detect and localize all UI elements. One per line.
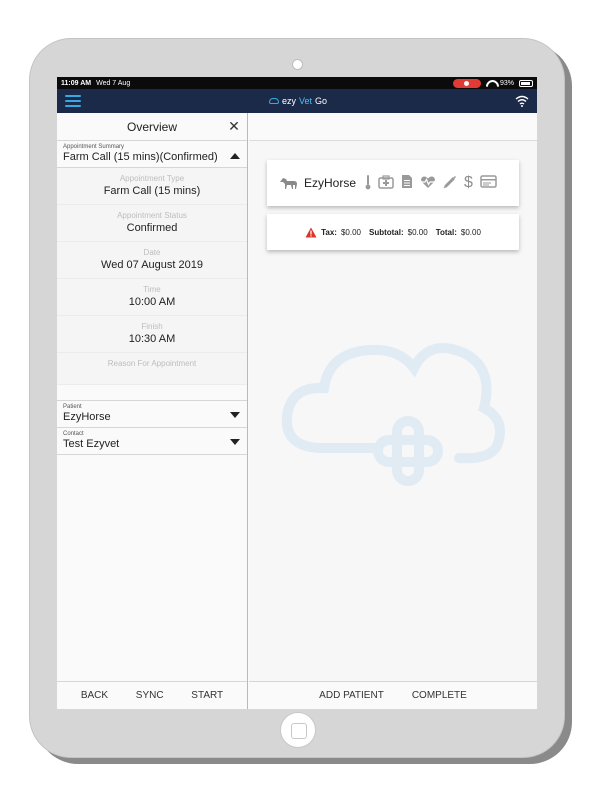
document-icon[interactable]: [401, 174, 413, 192]
add-patient-button[interactable]: ADD PATIENT: [319, 690, 384, 701]
main-topbar: [249, 113, 537, 141]
recording-icon: [452, 78, 481, 88]
thermometer-icon[interactable]: [365, 174, 371, 193]
logo-prefix: ezy: [282, 96, 297, 106]
screen: 11:09 AM Wed 7 Aug 93% ezy Vet Go Overview: [57, 77, 537, 709]
logo-suffix: Go: [315, 96, 328, 106]
detail-appointment-type: Appointment Type Farm Call (15 mins): [57, 168, 247, 205]
start-button[interactable]: START: [191, 690, 223, 701]
detail-date: Date Wed 07 August 2019: [57, 242, 247, 279]
overview-title: Overview: [126, 119, 177, 134]
tax-value: $0.00: [340, 227, 361, 237]
warning-icon: [305, 227, 317, 238]
summary-label: Appointment Summary: [63, 144, 125, 150]
logo-vet: Vet: [299, 96, 313, 106]
wifi-status-icon: [486, 80, 495, 87]
status-time: 11:09 AM: [61, 79, 92, 87]
left-footer: BACK SYNC START: [57, 681, 247, 709]
back-button[interactable]: BACK: [81, 690, 108, 701]
detail-label: Finish: [141, 322, 163, 331]
tax-label: Tax:: [321, 227, 337, 237]
detail-finish: Finish 10:30 AM: [57, 316, 247, 353]
main-panel: EzyHorse $ Tax: $0.00 Subtotal: $0.00 To…: [249, 113, 537, 709]
detail-value: Confirmed: [126, 222, 178, 234]
app-bar: ezy Vet Go: [57, 89, 537, 113]
complete-button[interactable]: COMPLETE: [412, 690, 467, 701]
syringe-icon[interactable]: [443, 175, 457, 192]
camera-icon: [292, 59, 303, 70]
status-right: 93%: [452, 78, 533, 88]
detail-value: Farm Call (15 mins): [103, 185, 201, 197]
status-date: Wed 7 Aug: [96, 79, 131, 87]
cloud-watermark-icon: [281, 343, 505, 486]
total-value: $0.00: [460, 227, 481, 237]
app-logo: ezy Vet Go: [269, 95, 327, 107]
subtotal-value: $0.00: [407, 227, 428, 237]
section-divider: [57, 385, 247, 401]
contact-dropdown[interactable]: Contact Test Ezyvet: [57, 428, 247, 455]
battery-percent: 93%: [499, 79, 514, 87]
detail-value: 10:00 AM: [128, 296, 176, 308]
menu-icon[interactable]: [65, 95, 81, 107]
detail-appointment-status: Appointment Status Confirmed: [57, 205, 247, 242]
detail-value: Wed 07 August 2019: [101, 259, 203, 271]
chevron-down-icon: [230, 439, 240, 445]
contact-value: Test Ezyvet: [63, 438, 120, 450]
heart-rate-icon[interactable]: [420, 175, 436, 192]
detail-time: Time 10:00 AM: [57, 279, 247, 316]
totals-card: Tax: $0.00 Subtotal: $0.00 Total: $0.00: [267, 214, 519, 250]
battery-icon: [519, 79, 533, 87]
dollar-icon[interactable]: $: [464, 175, 473, 191]
detail-reason: Reason For Appointment: [57, 353, 247, 385]
detail-value: 10:30 AM: [128, 333, 176, 345]
subtotal-label: Subtotal:: [368, 227, 404, 237]
detail-label: Appointment Status: [117, 211, 187, 220]
detail-label: Appointment Type: [119, 174, 185, 183]
main-footer: ADD PATIENT COMPLETE: [249, 681, 537, 709]
home-button[interactable]: [280, 712, 316, 748]
detail-label: Time: [143, 285, 161, 294]
detail-label: Date: [143, 248, 161, 257]
patient-dropdown[interactable]: Patient EzyHorse: [57, 401, 247, 428]
patient-card-name: EzyHorse: [304, 176, 357, 190]
card-icon[interactable]: [480, 175, 497, 191]
cloud-logo-icon: [269, 98, 279, 104]
summary-value: Farm Call (15 mins)(Confirmed): [63, 151, 218, 163]
medical-kit-icon[interactable]: [378, 174, 394, 192]
patient-label: Patient: [63, 404, 82, 410]
total-label: Total:: [435, 227, 457, 237]
status-bar: 11:09 AM Wed 7 Aug 93%: [57, 77, 537, 89]
close-icon[interactable]: ✕: [227, 119, 241, 133]
appointment-summary[interactable]: Appointment Summary Farm Call (15 mins)(…: [57, 141, 247, 168]
chevron-up-icon: [230, 153, 240, 159]
patient-value: EzyHorse: [63, 411, 111, 423]
detail-label: Reason For Appointment: [107, 359, 197, 368]
wifi-icon[interactable]: [515, 95, 529, 107]
overview-header: Overview ✕: [57, 113, 247, 141]
contact-label: Contact: [63, 431, 84, 437]
patient-card[interactable]: EzyHorse $: [267, 160, 519, 206]
horse-icon: [279, 176, 297, 190]
overview-panel: Overview ✕ Appointment Summary Farm Call…: [57, 113, 248, 709]
sync-button[interactable]: SYNC: [136, 690, 164, 701]
chevron-down-icon: [230, 412, 240, 418]
